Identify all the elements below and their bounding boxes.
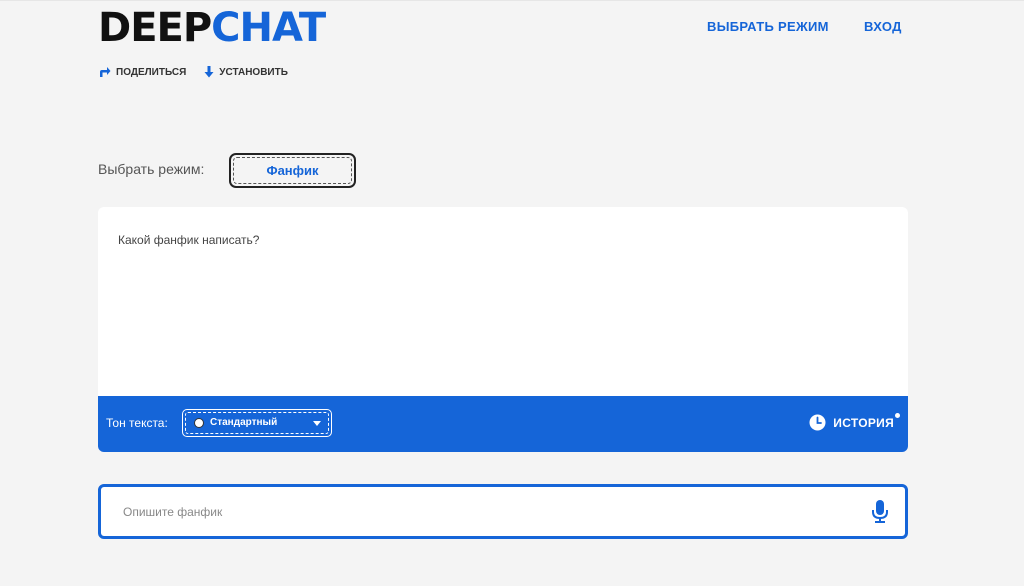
tone-select[interactable]: Стандартный (182, 409, 332, 437)
nav-login-link[interactable]: ВХОД (864, 19, 902, 34)
share-arrow-icon (100, 67, 111, 77)
install-label: УСТАНОВИТЬ (219, 66, 288, 78)
tone-label: Тон текста: (106, 416, 168, 430)
logo[interactable]: DEEPCHAT (98, 5, 326, 51)
history-label: ИСТОРИЯ (833, 415, 894, 430)
logo-deep: DEEP (98, 5, 212, 51)
assistant-question: Какой фанфик написать? (118, 233, 260, 247)
header-actions: ПОДЕЛИТЬСЯ УСТАНОВИТЬ (99, 66, 288, 78)
caret-down-icon (313, 421, 321, 426)
radio-dot-icon (194, 418, 204, 428)
mode-select-button[interactable]: Фанфик (229, 153, 356, 188)
notification-dot (895, 413, 900, 418)
download-arrow-icon (204, 66, 214, 78)
logo-chat: CHAT (211, 5, 326, 51)
share-button[interactable]: ПОДЕЛИТЬСЯ (99, 66, 186, 78)
install-button[interactable]: УСТАНОВИТЬ (204, 66, 288, 78)
top-divider (0, 0, 1024, 1)
nav-select-mode-link[interactable]: ВЫБРАТЬ РЕЖИМ (707, 19, 829, 34)
prompt-box (98, 484, 908, 539)
share-label: ПОДЕЛИТЬСЯ (116, 66, 187, 78)
chat-toolbar: Тон текста: Стандартный ИСТОРИЯ (98, 396, 908, 452)
clock-icon (809, 414, 826, 431)
chat-panel: Какой фанфик написать? Тон текста: Станд… (98, 207, 908, 452)
mode-select-value: Фанфик (266, 163, 319, 178)
history-button[interactable]: ИСТОРИЯ (809, 413, 900, 431)
microphone-icon[interactable] (870, 499, 890, 525)
tone-select-value: Стандартный (210, 417, 278, 428)
mode-label: Выбрать режим: (98, 161, 205, 177)
prompt-input[interactable] (123, 500, 843, 524)
